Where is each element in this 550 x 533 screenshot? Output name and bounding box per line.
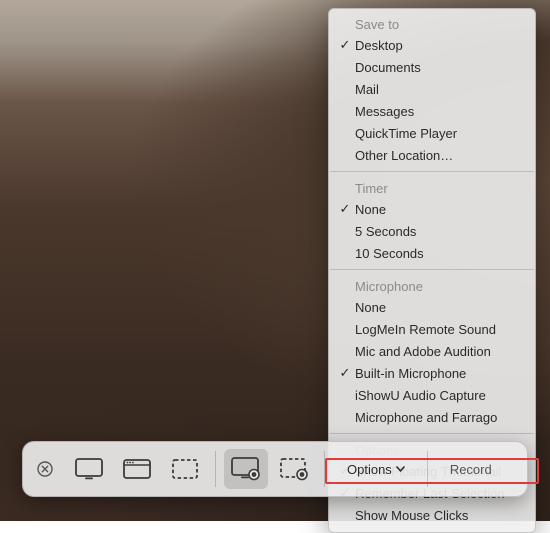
record-button[interactable]: Record — [436, 449, 506, 489]
menu-item-label: 5 Seconds — [355, 224, 416, 239]
menu-item[interactable]: 5 Seconds — [329, 220, 535, 242]
menu-item[interactable]: LogMeIn Remote Sound — [329, 318, 535, 340]
menu-item-label: Messages — [355, 104, 414, 119]
menu-item-label: Desktop — [355, 38, 403, 53]
options-button[interactable]: Options — [333, 449, 419, 489]
check-icon: ✓ — [338, 36, 352, 53]
menu-section-header: Microphone — [329, 275, 535, 296]
capture-window-button[interactable] — [115, 449, 159, 489]
menu-item-label: Built-in Microphone — [355, 366, 466, 381]
menu-item-label: Mail — [355, 82, 379, 97]
menu-item[interactable]: Documents — [329, 56, 535, 78]
record-selection-button[interactable] — [272, 449, 316, 489]
close-icon — [37, 461, 53, 477]
menu-item[interactable]: Mic and Adobe Audition — [329, 340, 535, 362]
menu-item[interactable]: iShowU Audio Capture — [329, 384, 535, 406]
menu-item[interactable]: QuickTime Player — [329, 122, 535, 144]
screen-icon — [75, 458, 103, 480]
menu-item-label: None — [355, 202, 386, 217]
toolbar-separator — [324, 451, 325, 487]
menu-item[interactable]: Messages — [329, 100, 535, 122]
menu-item-label: QuickTime Player — [355, 126, 457, 141]
chevron-down-icon — [396, 466, 405, 472]
menu-item-label: Microphone and Farrago — [355, 410, 497, 425]
menu-item-label: Mic and Adobe Audition — [355, 344, 491, 359]
window-icon — [123, 458, 151, 480]
menu-item-label: Other Location… — [355, 148, 453, 163]
menu-item[interactable]: Mail — [329, 78, 535, 100]
menu-separator — [330, 269, 534, 270]
check-icon: ✓ — [338, 200, 352, 217]
toolbar-separator — [215, 451, 216, 487]
menu-item[interactable]: Microphone and Farrago — [329, 406, 535, 428]
menu-item[interactable]: ✓None — [329, 198, 535, 220]
close-toolbar-button[interactable] — [31, 455, 59, 483]
menu-item[interactable]: ✓Desktop — [329, 34, 535, 56]
menu-item[interactable]: Other Location… — [329, 144, 535, 166]
menu-item[interactable]: Show Mouse Clicks — [329, 504, 535, 526]
menu-separator — [330, 433, 534, 434]
screenshot-toolbar: Options Record — [22, 441, 528, 497]
menu-item-label: Show Mouse Clicks — [355, 508, 468, 523]
capture-selection-button[interactable] — [163, 449, 207, 489]
menu-item-label: LogMeIn Remote Sound — [355, 322, 496, 337]
menu-item-label: iShowU Audio Capture — [355, 388, 486, 403]
check-icon: ✓ — [338, 364, 352, 381]
menu-separator — [330, 171, 534, 172]
toolbar-separator — [427, 451, 428, 487]
menu-item-label: 10 Seconds — [355, 246, 424, 261]
record-selection-icon — [279, 457, 309, 481]
record-entire-screen-button[interactable] — [224, 449, 268, 489]
options-label: Options — [347, 462, 392, 477]
menu-item-label: None — [355, 300, 386, 315]
selection-icon — [171, 458, 199, 480]
menu-item[interactable]: None — [329, 296, 535, 318]
record-label: Record — [450, 462, 492, 477]
menu-item-label: Documents — [355, 60, 421, 75]
record-screen-icon — [231, 457, 261, 481]
menu-item[interactable]: ✓Built-in Microphone — [329, 362, 535, 384]
capture-entire-screen-button[interactable] — [67, 449, 111, 489]
menu-section-header: Save to — [329, 13, 535, 34]
menu-item[interactable]: 10 Seconds — [329, 242, 535, 264]
menu-section-header: Timer — [329, 177, 535, 198]
